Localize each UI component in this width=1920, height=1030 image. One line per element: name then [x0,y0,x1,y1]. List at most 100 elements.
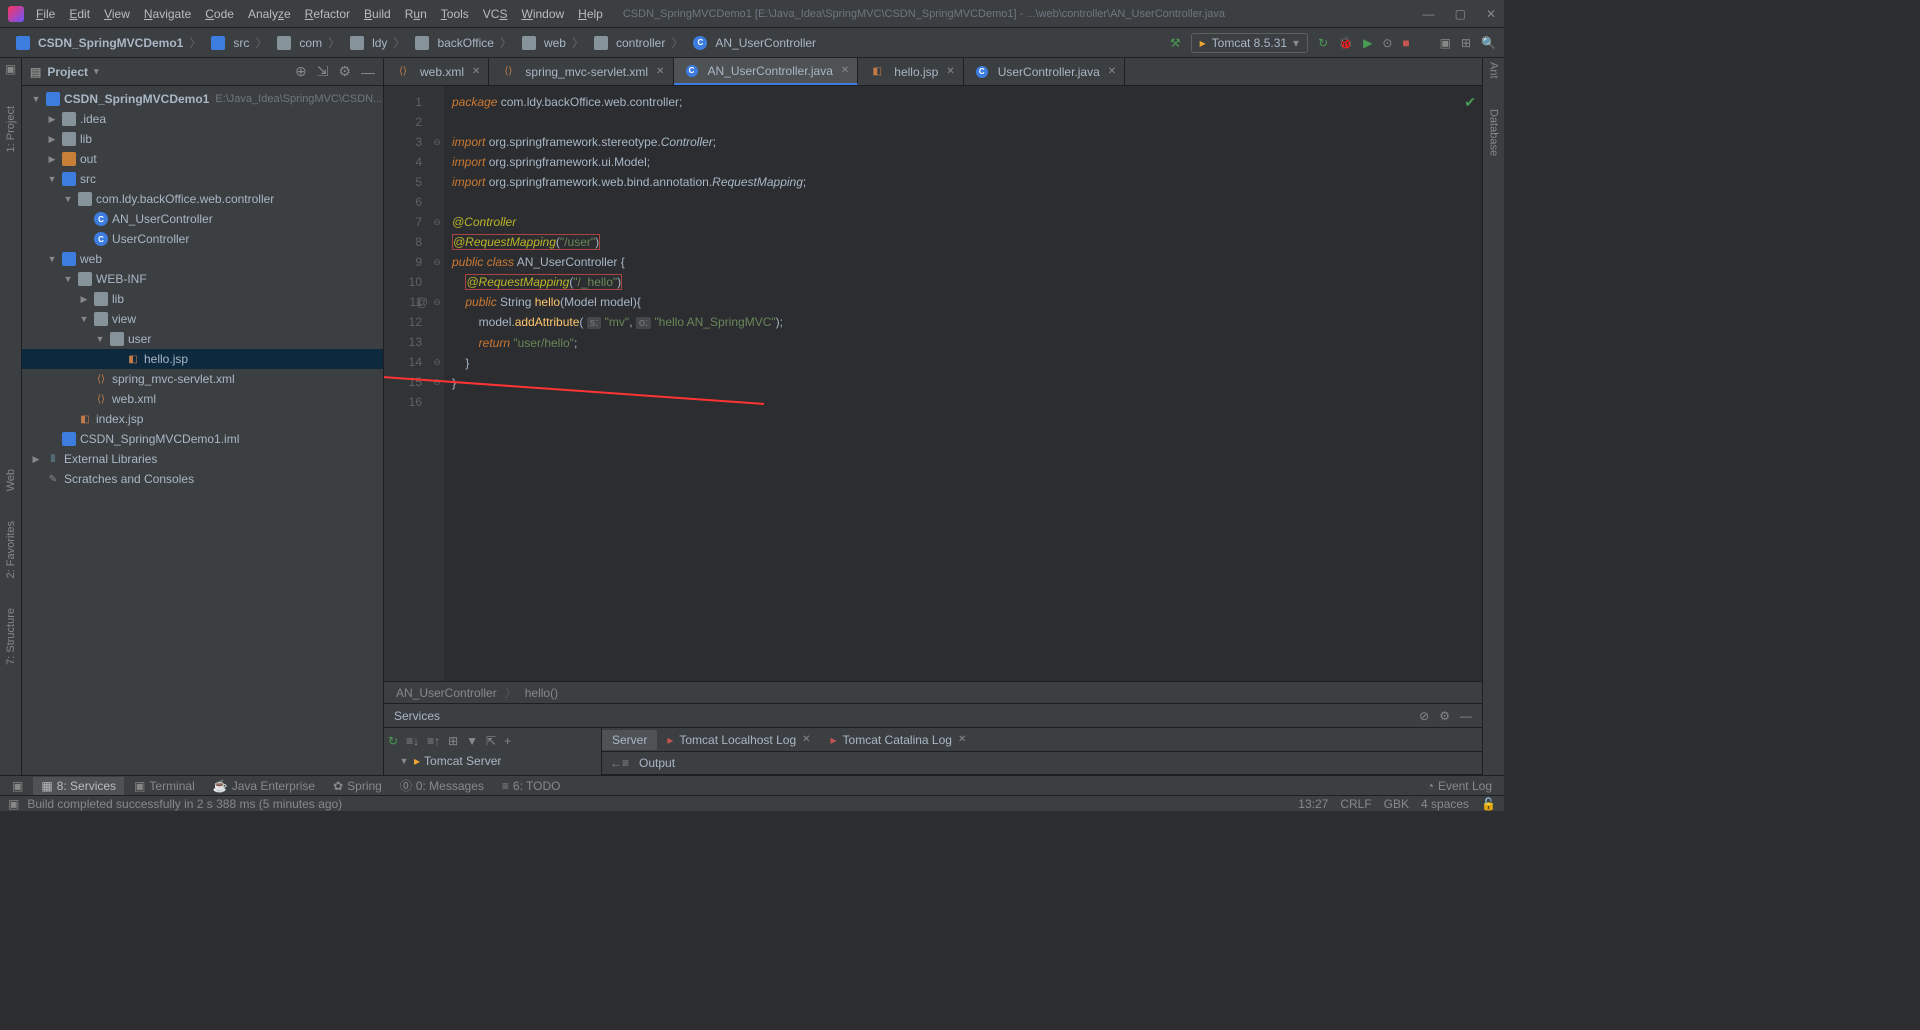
services-link-icon[interactable]: ⊘ [1419,709,1429,723]
tab-close-icon[interactable]: ✕ [656,66,664,77]
tree-item[interactable]: ✎Scratches and Consoles [22,469,383,489]
bc-class[interactable]: CAN_UserController [685,34,820,52]
tree-item[interactable]: ▶.idea [22,109,383,129]
profile-icon[interactable]: ⊙ [1382,36,1392,50]
svc-tab-server[interactable]: Server [602,730,657,750]
bb-todo[interactable]: ≡ 6: TODO [494,777,569,795]
status-eol[interactable]: CRLF [1340,797,1371,811]
stop-icon[interactable]: ■ [1402,36,1409,50]
url-gutter-icon[interactable]: @ [416,292,428,312]
tree-item[interactable]: ▼user [22,329,383,349]
search-icon[interactable]: 🔍 [1481,36,1496,50]
menu-navigate[interactable]: Navigate [144,7,191,21]
menu-build[interactable]: Build [364,7,391,21]
coverage-icon[interactable]: ▶ [1363,36,1372,50]
tool-structure[interactable]: 7: Structure [5,608,17,665]
tool-database[interactable]: Database [1488,109,1500,156]
build-icon[interactable]: ⚒ [1170,36,1181,50]
bb-spring[interactable]: ✿ Spring [325,777,390,795]
editor-tab[interactable]: ⟨⟩spring_mvc-servlet.xml✕ [489,58,673,85]
svc-filter1-icon[interactable]: ≡↓ [406,734,419,748]
hide-icon[interactable]: — [361,64,375,80]
tree-item[interactable]: ▼web [22,249,383,269]
editor-tab[interactable]: ⟨⟩web.xml✕ [384,58,489,85]
bb-messages[interactable]: ⓪ 0: Messages [392,775,492,796]
bc-ldy[interactable]: ldy [342,34,391,52]
tab-close-icon[interactable]: ✕ [841,65,849,76]
status-lock-icon[interactable]: 🔓 [1481,797,1496,811]
bc-com[interactable]: com [269,34,326,52]
tree-item[interactable]: ▶lib [22,289,383,309]
code-body[interactable]: ✔ package com.ldy.backOffice.web.control… [444,86,1482,681]
status-icon[interactable]: ▣ [8,797,19,811]
crumb-class[interactable]: AN_UserController [396,686,497,700]
menu-view[interactable]: View [104,7,130,21]
svc-tomcat-node[interactable]: ▼▸Tomcat Server [388,752,597,770]
tree-root[interactable]: ▼CSDN_SpringMVCDemo1E:\Java_Idea\SpringM… [22,89,383,109]
ide-settings-icon[interactable]: ⊞ [1461,36,1471,50]
bc-web[interactable]: web [514,34,570,52]
project-tree[interactable]: ▼CSDN_SpringMVCDemo1E:\Java_Idea\SpringM… [22,86,383,775]
menu-file[interactable]: File [36,7,55,21]
tree-item[interactable]: ⟨⟩spring_mvc-servlet.xml [22,369,383,389]
gear-icon[interactable]: ⚙ [338,63,351,80]
tree-item[interactable]: CUserController [22,229,383,249]
menu-code[interactable]: Code [205,7,234,21]
bb-eventlog[interactable]: ◔ Event Log [1419,777,1500,795]
editor-tab[interactable]: ◧hello.jsp✕ [858,58,963,85]
bb-terminal[interactable]: ▣ Terminal [126,777,203,795]
run-config-selector[interactable]: ▸Tomcat 8.5.31▾ [1191,33,1308,53]
menu-help[interactable]: Help [578,7,603,21]
crumb-method[interactable]: hello() [525,686,558,700]
menu-tools[interactable]: Tools [441,7,469,21]
tab-close-icon[interactable]: ✕ [472,66,480,77]
tool-project[interactable]: 1: Project [5,106,17,152]
tool-favorites[interactable]: 2: Favorites [5,521,17,578]
bb-javaee[interactable]: ☕ Java Enterprise [205,777,323,795]
status-indent[interactable]: 4 spaces [1421,797,1469,811]
services-hide-icon[interactable]: — [1460,709,1472,723]
tree-item[interactable]: ▼com.ldy.backOffice.web.controller [22,189,383,209]
tool-web[interactable]: Web [5,469,17,491]
tab-close-icon[interactable]: ✕ [946,66,954,77]
editor-tab[interactable]: CUserController.java✕ [964,58,1125,85]
tree-item[interactable]: ▼src [22,169,383,189]
bc-backoffice[interactable]: backOffice [407,34,497,52]
editor-tab[interactable]: CAN_UserController.java✕ [674,58,859,85]
tree-item[interactable]: ▶lib [22,129,383,149]
menu-refactor[interactable]: Refactor [305,7,350,21]
tree-item[interactable]: ▶⫴External Libraries [22,449,383,469]
tree-item[interactable]: ▼WEB-INF [22,269,383,289]
svc-tab-catalina[interactable]: ▸Tomcat Catalina Log✕ [821,730,977,750]
maximize-icon[interactable]: ▢ [1455,7,1466,21]
locate-icon[interactable]: ⊕ [295,63,307,80]
tree-item[interactable]: ◧hello.jsp [22,349,383,369]
menu-window[interactable]: Window [521,7,564,21]
svc-tab-localhost[interactable]: ▸Tomcat Localhost Log✕ [657,730,820,750]
bb-services[interactable]: ▦ 8: Services [33,777,124,795]
tab-close-icon[interactable]: ✕ [1108,66,1116,77]
tree-item[interactable]: ◧index.jsp [22,409,383,429]
close-icon[interactable]: ✕ [1486,7,1496,21]
menu-analyze[interactable]: Analyze [248,7,291,21]
bc-src[interactable]: src [203,34,253,52]
run-icon[interactable]: ↻ [1318,36,1328,50]
tree-item[interactable]: ⟨⟩web.xml [22,389,383,409]
menu-vcs[interactable]: VCS [483,7,508,21]
tree-item[interactable]: ▼view [22,309,383,329]
tool-ant[interactable]: Ant [1488,62,1500,79]
bc-root[interactable]: CSDN_SpringMVCDemo1 [8,34,187,52]
tree-item[interactable]: CSDN_SpringMVCDemo1.iml [22,429,383,449]
svc-export-icon[interactable]: ⇱ [486,734,496,748]
svc-filter-icon[interactable]: ▼ [466,734,478,748]
expand-icon[interactable]: ⇲ [317,63,329,80]
bc-controller[interactable]: controller [586,34,669,52]
svc-wrap-icon[interactable]: ←≡ [610,756,629,770]
svc-filter2-icon[interactable]: ≡↑ [427,734,440,748]
fold-gutter[interactable]: ⊖⊖⊖⊖⊖⊖ [430,86,444,681]
status-encoding[interactable]: GBK [1384,797,1409,811]
menu-edit[interactable]: Edit [69,7,90,21]
bb-toggle-icon[interactable]: ▣ [4,777,31,795]
svc-layout-icon[interactable]: ⊞ [448,734,458,748]
services-gear-icon[interactable]: ⚙ [1439,709,1450,723]
